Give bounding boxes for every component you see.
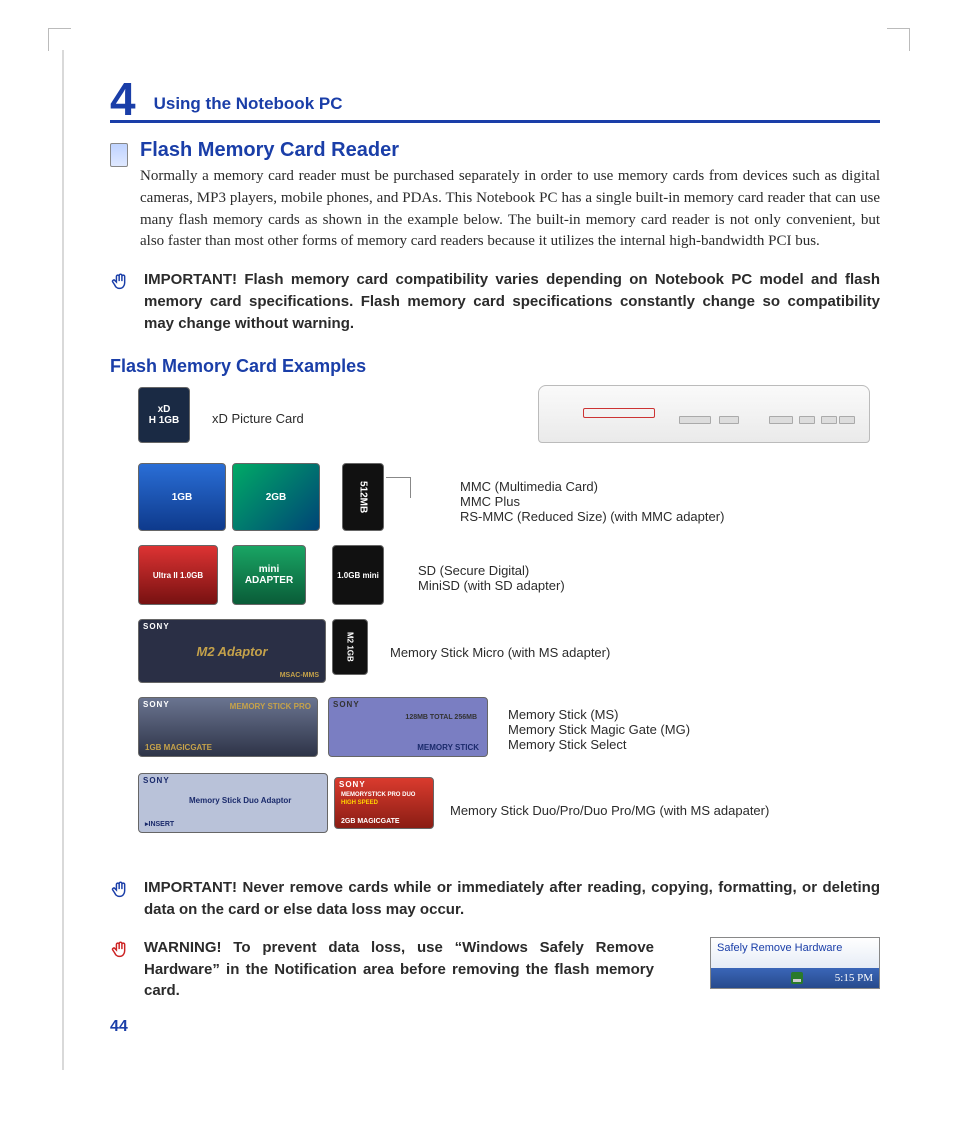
hand-icon	[110, 271, 132, 293]
chapter-header: 4 Using the Notebook PC	[110, 72, 880, 123]
card-examples-figure: xDH 1GB xD Picture Card 1GB 2GB 512MB MM…	[138, 385, 880, 861]
ms-duo-adaptor: SONY Memory Stick Duo Adaptor ▸INSERT	[138, 773, 328, 833]
sd-card: Ultra II 1.0GB	[138, 545, 218, 605]
m2-label: Memory Stick Micro (with MS adapter)	[390, 645, 610, 660]
xd-card: xDH 1GB	[138, 387, 190, 443]
m2-card: M2 1GB	[332, 619, 368, 675]
rs-mmc-card: 512MB	[342, 463, 384, 531]
sd-label: SD (Secure Digital) MiniSD (with SD adap…	[418, 563, 565, 593]
card-slot-highlight	[583, 408, 655, 418]
minisd-adapter: miniADAPTER	[232, 545, 306, 605]
section-title: Flash Memory Card Reader	[140, 139, 880, 162]
chapter-title: Using the Notebook PC	[154, 95, 343, 118]
hand-icon	[110, 879, 132, 901]
important-note-1: IMPORTANT! Flash memory card compatibili…	[144, 269, 880, 334]
msduo-label: Memory Stick Duo/Pro/Duo Pro/MG (with MS…	[450, 803, 769, 818]
mmc-plus-card: 2GB	[232, 463, 320, 531]
crop-mark-tl	[48, 28, 71, 51]
safely-remove-icon	[791, 972, 803, 984]
warning-text: WARNING! To prevent data loss, use “Wind…	[144, 937, 654, 1002]
binder-spine	[62, 50, 64, 1070]
memory-stick-pro: SONY MEMORY STICK PRO 1GB MAGICGATE	[138, 697, 318, 757]
tray-clock: 5:15 PM	[835, 972, 873, 984]
important-note-2: IMPORTANT! Never remove cards while or i…	[144, 877, 880, 921]
warning-hand-icon	[110, 939, 132, 961]
chapter-number: 4	[110, 76, 136, 122]
m2-adaptor: SONY M2 Adaptor MSAC-MMS	[138, 619, 326, 683]
section-body: Normally a memory card reader must be pu…	[140, 166, 880, 253]
minisd-card: 1.0GB mini	[332, 545, 384, 605]
mmc-label: MMC (Multimedia Card) MMC Plus RS-MMC (R…	[460, 479, 724, 524]
ms-pro-duo: SONY MEMORYSTICK PRO DUO HIGH SPEED 2GB …	[334, 777, 434, 829]
examples-heading: Flash Memory Card Examples	[110, 356, 880, 377]
memory-stick: SONY 128MB TOTAL 256MB MEMORY STICK	[328, 697, 488, 757]
crop-mark-tr	[887, 28, 910, 51]
laptop-side-illustration	[538, 385, 870, 443]
safely-remove-hardware-tray: Safely Remove Hardware 5:15 PM	[710, 937, 880, 989]
card-reader-icon	[110, 143, 128, 167]
tray-tooltip: Safely Remove Hardware	[711, 938, 879, 968]
ms-label: Memory Stick (MS) Memory Stick Magic Gat…	[508, 707, 690, 752]
page-number: 44	[110, 1018, 128, 1036]
mmc-card: 1GB	[138, 463, 226, 531]
xd-label: xD Picture Card	[212, 411, 304, 426]
